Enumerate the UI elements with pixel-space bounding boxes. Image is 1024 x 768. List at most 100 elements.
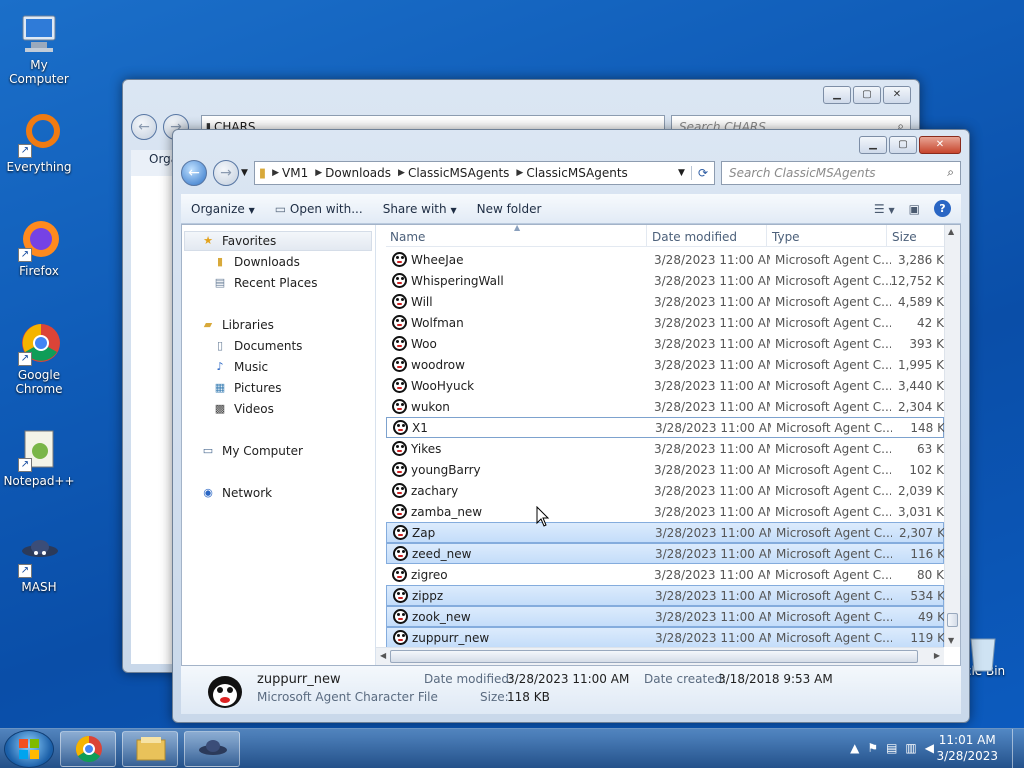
address-bar[interactable]: ▮ ▶ VM1 ▶ Downloads ▶ ClassicMSAgents ▶ … xyxy=(253,161,715,185)
action-center-icon[interactable]: ⚑ xyxy=(867,741,878,755)
breadcrumb-separator-icon[interactable]: ▶ xyxy=(272,168,279,178)
column-header: Name ▲ Date modified Type Size xyxy=(386,225,944,247)
file-row[interactable]: zook_new 3/28/2023 11:00 AM Microsoft Agen… xyxy=(386,606,944,627)
maximize-button[interactable]: ▢ xyxy=(889,136,917,154)
nav-videos[interactable]: ▩ Videos xyxy=(212,402,274,416)
show-hidden-icons-icon[interactable]: ▲ xyxy=(850,741,859,755)
sort-ascending-icon: ▲ xyxy=(514,225,521,232)
nav-pictures[interactable]: ▦ Pictures xyxy=(212,381,282,395)
breadcrumb-separator-icon[interactable]: ▶ xyxy=(315,168,322,178)
breadcrumb-classicmsagents[interactable]: ClassicMSAgents xyxy=(405,166,516,180)
file-size: 2,307 K xyxy=(898,525,944,540)
scroll-up-icon[interactable]: ▲ xyxy=(948,227,954,236)
start-button[interactable] xyxy=(4,730,54,768)
recent-pages-chevron-icon[interactable]: ▼ xyxy=(241,168,248,178)
file-row[interactable]: X1 3/28/2023 11:00 AM Microsoft Agent C...… xyxy=(386,417,944,438)
horizontal-scrollbar[interactable]: ◀ ▶ xyxy=(376,647,944,665)
volume-muted-icon[interactable]: ◀ xyxy=(925,741,934,755)
help-icon[interactable]: ? xyxy=(934,200,951,217)
organize-button[interactable]: Organize ▼ xyxy=(181,202,265,216)
nav-music[interactable]: ♪ Music xyxy=(212,360,268,374)
file-row[interactable]: wukon 3/28/2023 11:00 AM Microsoft Agent C… xyxy=(386,396,944,417)
file-row[interactable]: zippz 3/28/2023 11:00 AM Microsoft Agent C… xyxy=(386,585,944,606)
file-row[interactable]: WhisperingWall 3/28/2023 11:00 AM Microsof… xyxy=(386,270,944,291)
nav-libraries[interactable]: ▰ Libraries xyxy=(200,318,274,332)
nav-recent-places[interactable]: ▤ Recent Places xyxy=(212,276,318,290)
column-name[interactable]: Name xyxy=(390,230,425,244)
desktop-icon-chrome[interactable]: ↗ Google Chrome xyxy=(0,320,78,396)
close-button[interactable]: ✕ xyxy=(919,136,961,154)
column-divider[interactable] xyxy=(886,225,887,247)
nav-network[interactable]: ◉ Network xyxy=(200,486,272,500)
file-row[interactable]: zuppurr_new 3/28/2023 11:00 AM Microsoft A… xyxy=(386,627,944,647)
desktop-icon-everything[interactable]: ↗ Everything xyxy=(0,112,78,174)
taskbar-chrome-button[interactable] xyxy=(60,731,116,767)
show-desktop-button[interactable] xyxy=(1012,729,1024,768)
address-dropdown-icon[interactable]: ▼ xyxy=(678,168,685,178)
forward-button[interactable]: → xyxy=(213,160,239,186)
file-row[interactable]: Wolfman 3/28/2023 11:00 AM Microsoft Agent… xyxy=(386,312,944,333)
taskbar-mash-button[interactable] xyxy=(184,731,240,767)
file-type: Microsoft Agent C... xyxy=(776,609,892,624)
close-button[interactable]: ✕ xyxy=(883,86,911,104)
nav-my-computer[interactable]: ▭ My Computer xyxy=(200,444,303,458)
back-button[interactable]: ← xyxy=(181,160,207,186)
file-row[interactable]: WooHyuck 3/28/2023 11:00 AM Microsoft Agen… xyxy=(386,375,944,396)
vertical-scrollbar[interactable]: ▲ ▼ xyxy=(944,225,960,647)
column-size[interactable]: Size xyxy=(892,230,917,244)
breadcrumb-separator-icon[interactable]: ▶ xyxy=(516,168,523,178)
view-options-icon[interactable]: ☰ ▼ xyxy=(874,202,895,216)
desktop-icon-mash[interactable]: ↗ MASH xyxy=(0,532,78,594)
maximize-button[interactable]: ▢ xyxy=(853,86,881,104)
share-with-button[interactable]: Share with ▼ xyxy=(373,202,467,216)
file-row[interactable]: zeed_new 3/28/2023 11:00 AM Microsoft Agen… xyxy=(386,543,944,564)
new-folder-button[interactable]: New folder xyxy=(467,202,552,216)
network-status-icon[interactable]: ▤ xyxy=(886,741,897,755)
chrome-icon: ↗ xyxy=(16,320,62,366)
minimize-button[interactable]: ▁ xyxy=(823,86,851,104)
file-row[interactable]: Will 3/28/2023 11:00 AM Microsoft Agent C.… xyxy=(386,291,944,312)
search-input[interactable]: Search ClassicMSAgents ⌕ xyxy=(721,161,961,185)
file-date: 3/28/2023 11:00 AM xyxy=(654,567,770,582)
column-date-modified[interactable]: Date modified xyxy=(652,230,737,244)
file-row[interactable]: zamba_new 3/28/2023 11:00 AM Microsoft Age… xyxy=(386,501,944,522)
scroll-thumb[interactable] xyxy=(947,613,958,627)
desktop-icon-my-computer[interactable]: My Computer xyxy=(0,10,78,86)
scroll-down-icon[interactable]: ▼ xyxy=(948,636,954,645)
scroll-right-icon[interactable]: ▶ xyxy=(934,651,940,660)
power-icon[interactable]: ▥ xyxy=(905,741,916,755)
chevron-down-icon: ▼ xyxy=(450,205,457,215)
file-row[interactable]: zachary 3/28/2023 11:00 AM Microsoft Agent… xyxy=(386,480,944,501)
back-button[interactable]: ← xyxy=(131,114,157,140)
file-date: 3/28/2023 11:00 AM xyxy=(654,336,770,351)
breadcrumb-downloads[interactable]: Downloads xyxy=(322,166,398,180)
nav-favorites[interactable]: ★ Favorites xyxy=(200,234,276,248)
nav-documents[interactable]: ▯ Documents xyxy=(212,339,302,353)
breadcrumb-vm1[interactable]: VM1 xyxy=(279,166,315,180)
taskbar-explorer-button[interactable] xyxy=(122,731,178,767)
nav-downloads[interactable]: ▮ Downloads xyxy=(212,255,300,269)
refresh-icon[interactable]: ⟳ xyxy=(690,166,714,180)
column-type[interactable]: Type xyxy=(772,230,800,244)
system-clock[interactable]: 11:01 AM 3/28/2023 xyxy=(936,732,998,764)
open-with-button[interactable]: ▭ Open with... xyxy=(265,202,373,216)
preview-pane-icon[interactable]: ▣ xyxy=(909,202,920,216)
desktop-icon-label: Notepad++ xyxy=(3,474,75,488)
file-row[interactable]: Woo 3/28/2023 11:00 AM Microsoft Agent C..… xyxy=(386,333,944,354)
scroll-left-icon[interactable]: ◀ xyxy=(380,651,386,660)
file-row[interactable]: woodrow 3/28/2023 11:00 AM Microsoft Agent… xyxy=(386,354,944,375)
minimize-button[interactable]: ▁ xyxy=(859,136,887,154)
horizontal-scroll-thumb[interactable] xyxy=(390,650,918,663)
breadcrumb-separator-icon[interactable]: ▶ xyxy=(398,168,405,178)
file-row[interactable]: WheeJae 3/28/2023 11:00 AM Microsoft Agent… xyxy=(386,249,944,270)
desktop-icon-firefox[interactable]: ↗ Firefox xyxy=(0,216,78,278)
file-row[interactable]: Zap 3/28/2023 11:00 AM Microsoft Agent C..… xyxy=(386,522,944,543)
column-divider[interactable] xyxy=(646,225,647,247)
explorer-window[interactable]: ▁ ▢ ✕ ← → ▼ ▮ ▶ VM1 ▶ Downloads ▶ Classi… xyxy=(172,129,970,723)
file-row[interactable]: zigreo 3/28/2023 11:00 AM Microsoft Agent … xyxy=(386,564,944,585)
breadcrumb-classicmsagents-current[interactable]: ClassicMSAgents xyxy=(523,166,634,180)
file-row[interactable]: youngBarry 3/28/2023 11:00 AM Microsoft Ag… xyxy=(386,459,944,480)
desktop-icon-notepadpp[interactable]: ↗ Notepad++ xyxy=(0,426,78,488)
file-row[interactable]: Yikes 3/28/2023 11:00 AM Microsoft Agent C… xyxy=(386,438,944,459)
column-divider[interactable] xyxy=(766,225,767,247)
